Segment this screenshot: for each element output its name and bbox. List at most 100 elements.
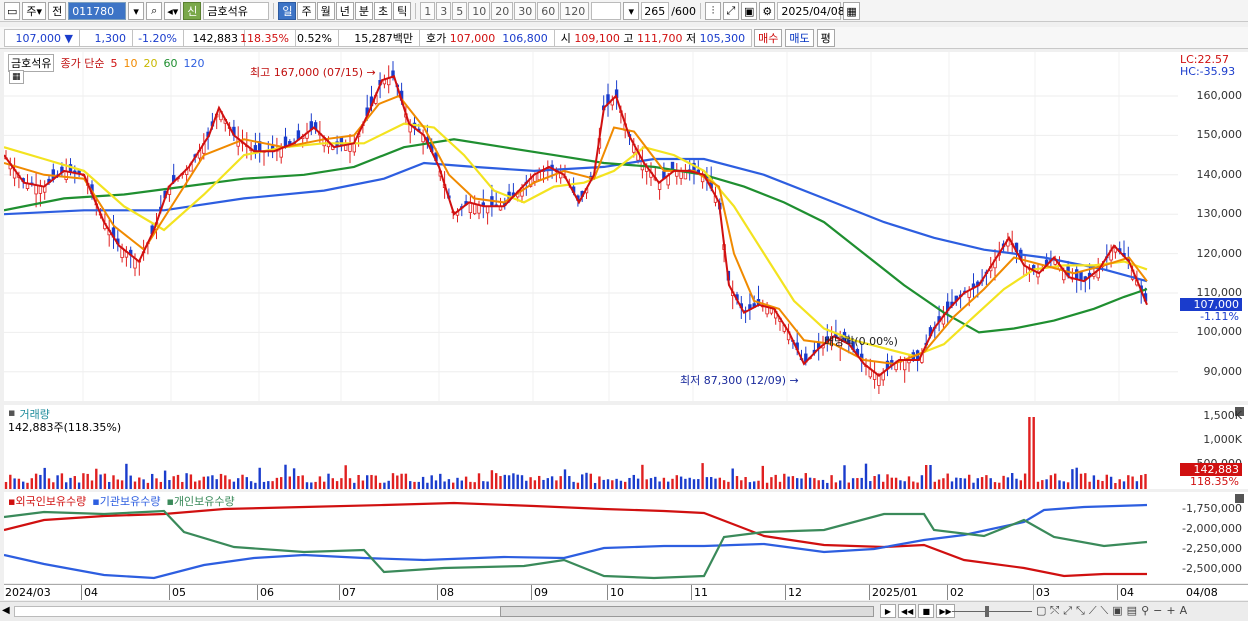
volume-bar <box>624 481 627 489</box>
volume-bar <box>662 477 666 489</box>
period-tab-4[interactable]: 분 <box>354 2 373 20</box>
scroll-thumb[interactable] <box>500 606 874 617</box>
volume-bar <box>254 482 257 489</box>
minute-button-5[interactable]: 5 <box>452 2 468 20</box>
jeon-button[interactable]: 전 <box>48 2 67 20</box>
tool-icon[interactable]: ▢ <box>1036 604 1046 618</box>
minute-button-3[interactable]: 3 <box>436 2 452 20</box>
code-dropdown-icon[interactable]: ▾ <box>128 2 145 20</box>
period-tab-1[interactable]: 주 <box>297 2 316 20</box>
minute-button-10[interactable]: 10 <box>468 2 491 20</box>
tool-icon[interactable]: ⤢ <box>1063 604 1072 618</box>
tool-icon[interactable]: ⟋ <box>1089 604 1097 618</box>
ma-period-10[interactable]: 10 <box>123 57 137 70</box>
market-select[interactable]: 주 ▾ <box>22 2 47 20</box>
buy-button[interactable]: 매수 <box>754 29 783 47</box>
volume-bar <box>1140 475 1143 489</box>
volume-bar <box>550 476 554 489</box>
minute-button-60[interactable]: 60 <box>537 2 560 20</box>
play-icon[interactable]: ▶ <box>880 604 896 618</box>
shin-badge[interactable]: 신 <box>183 2 202 20</box>
ma-period-60[interactable]: 60 <box>163 57 177 70</box>
count-input[interactable]: 265 <box>641 2 670 20</box>
volume-bar <box>808 477 812 489</box>
sound-icon[interactable]: ◂▾ <box>164 2 182 20</box>
nav-controls: ▶ ◀◀ ■ ▶▶ <box>880 604 955 618</box>
table-icon[interactable]: ▦ <box>9 70 24 84</box>
save-icon[interactable]: ▣ <box>740 2 758 20</box>
custom-minute-input[interactable] <box>591 2 622 20</box>
zoom-out-icon[interactable]: − <box>1153 604 1162 618</box>
volume-bar <box>856 478 859 489</box>
volume-bar <box>17 478 21 489</box>
minute-button-120[interactable]: 120 <box>560 2 590 20</box>
stock-code-input[interactable]: 011780 <box>68 2 127 20</box>
period-tab-2[interactable]: 월 <box>316 2 335 20</box>
minute-button-30[interactable]: 30 <box>514 2 537 20</box>
sell-button[interactable]: 매도 <box>785 29 814 47</box>
volume-bar <box>86 473 89 489</box>
minute-button-1[interactable]: 1 <box>420 2 436 20</box>
volume-bar <box>679 476 683 489</box>
horizontal-scroll-bar[interactable]: ◀ ▶ ◀◀ ■ ▶▶ ▢ ⤲ ⤢ ⤡ ⟋ ⟍ ▣ ▤ ⚲ − + A <box>0 601 1248 621</box>
calendar-icon[interactable]: ▦ <box>843 2 860 20</box>
gear-icon[interactable]: ⚙ <box>759 2 776 20</box>
zoom-slider[interactable] <box>952 611 1032 612</box>
candle-body <box>34 184 38 195</box>
ma-period-20[interactable]: 20 <box>143 57 157 70</box>
volume-bar <box>692 479 696 489</box>
volume-bar <box>636 478 640 489</box>
volume-bar <box>258 467 261 489</box>
ownership-chart-panel[interactable]: ▪외국인보유수량 ▪기관보유수량 ▪개인보유수량 <box>4 492 1178 583</box>
tool-icon[interactable]: ▣ <box>1112 604 1122 618</box>
volume-bar <box>847 482 850 489</box>
rewind-icon[interactable]: ◀◀ <box>898 604 917 618</box>
scroll-left-icon[interactable]: ◀ <box>2 605 10 616</box>
tool-icon[interactable]: ▤ <box>1127 604 1137 618</box>
volume-bar <box>886 474 889 489</box>
tool-icon[interactable]: ⟍ <box>1101 604 1109 618</box>
minute-dropdown-icon[interactable]: ▾ <box>623 2 640 20</box>
price-chart-panel[interactable]: 금호석유 종가 단순 5 10 20 60 120 ▦ 최고 167,000 (07/1… <box>4 52 1178 401</box>
ownership-legend-item-1[interactable]: ▪기관보유수량 <box>92 493 160 509</box>
tool-icon[interactable]: ⤲ <box>1050 604 1059 618</box>
search-icon[interactable]: ⌕ <box>146 2 163 20</box>
time-axis-label: 04 <box>1120 586 1134 599</box>
volume-bar <box>611 480 614 489</box>
minute-button-20[interactable]: 20 <box>491 2 514 20</box>
window-menu-icon[interactable]: ▭ <box>4 2 21 20</box>
period-tab-0[interactable]: 일 <box>278 2 297 20</box>
period-tab-5[interactable]: 초 <box>373 2 393 20</box>
volume-bar <box>391 473 395 489</box>
ownership-legend-item-0[interactable]: ▪외국인보유수량 <box>8 493 86 509</box>
zoom-slider-handle[interactable] <box>985 606 989 617</box>
text-tool-icon[interactable]: A <box>1180 604 1188 618</box>
volume-bar <box>989 478 992 489</box>
date-input[interactable]: 2025/04/08 <box>777 2 845 20</box>
period-tab-6[interactable]: 틱 <box>393 2 412 20</box>
ma-period-120[interactable]: 120 <box>183 57 204 70</box>
tool-icon[interactable]: ⤡ <box>1076 604 1085 618</box>
volume-bar <box>198 480 201 489</box>
ma-period-5[interactable]: 5 <box>110 57 117 70</box>
volume-bar <box>241 474 244 489</box>
volume-bar <box>267 481 270 489</box>
volume-bar <box>473 482 476 489</box>
high-label: 고 <box>623 32 634 45</box>
draw-tool-icon[interactable]: ⤢ <box>722 2 739 20</box>
tool-icon[interactable]: ⚲ <box>1141 604 1149 618</box>
zoom-in-icon[interactable]: + <box>1166 604 1175 618</box>
period-tab-3[interactable]: 년 <box>335 2 354 20</box>
volume-bar <box>525 480 528 489</box>
volume-chart-panel[interactable]: ▪ 거래량 142,883주(118.35%) <box>4 405 1178 489</box>
candle-type-icon[interactable]: ⫶ <box>704 2 721 20</box>
low-value: 105,300 <box>699 31 746 45</box>
ownership-legend-item-2[interactable]: ▪개인보유수량 <box>166 493 234 509</box>
time-axis-label: 10 <box>610 586 624 599</box>
volume-bar <box>744 477 747 489</box>
volume-bar <box>654 476 657 489</box>
pyeong-button[interactable]: 평 <box>816 29 835 47</box>
stop-icon[interactable]: ■ <box>918 604 935 618</box>
volume-bar <box>202 476 205 489</box>
volume-bar <box>1118 479 1121 489</box>
